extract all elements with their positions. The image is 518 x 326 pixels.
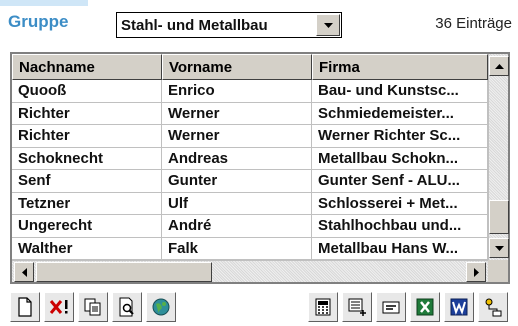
table-row[interactable]: Schoknecht Andreas Metallbau Schokn... <box>12 147 488 170</box>
table-row[interactable]: Ungerecht André Stahlhochbau und... <box>12 215 488 238</box>
excel-export-button[interactable] <box>410 292 440 322</box>
grid-body: Quooß Enrico Bau- und Kunstsc... Richter… <box>12 80 488 260</box>
globe-icon <box>152 298 170 316</box>
web-button[interactable] <box>146 292 176 322</box>
cell-nachname: Walther <box>12 237 162 260</box>
cell-nachname: Senf <box>12 170 162 193</box>
copy-icon <box>84 298 101 316</box>
table-row[interactable]: Richter Werner Schmiedemeister... <box>12 102 488 125</box>
add-record-button[interactable] <box>342 292 372 322</box>
cell-nachname: Richter <box>12 102 162 125</box>
cell-nachname: Richter <box>12 125 162 148</box>
bottom-toolbar <box>0 290 518 326</box>
cell-vorname: Werner <box>162 125 312 148</box>
group-dropdown-value: Stahl- und Metallbau <box>121 16 268 34</box>
delete-icon <box>49 300 68 314</box>
table-row[interactable]: Richter Werner Werner Richter Sc... <box>12 125 488 148</box>
calculator-icon <box>315 298 331 316</box>
cell-vorname: Werner <box>162 102 312 125</box>
add-record-icon <box>348 298 366 316</box>
accent-strip <box>0 0 88 6</box>
chevron-right-icon <box>473 267 479 277</box>
vertical-scrollbar[interactable] <box>488 54 509 260</box>
chevron-down-icon <box>494 245 504 251</box>
cell-firma: Metallbau Hans W... <box>312 237 488 260</box>
scroll-down-button[interactable] <box>489 238 509 258</box>
cell-vorname: Falk <box>162 237 312 260</box>
print-preview-button[interactable] <box>112 292 142 322</box>
chevron-down-icon <box>323 22 333 28</box>
group-label: Gruppe <box>8 12 69 31</box>
cell-vorname: Enrico <box>162 80 312 103</box>
card-icon <box>382 301 400 314</box>
chevron-up-icon <box>494 63 504 69</box>
calculator-button[interactable] <box>308 292 338 322</box>
table-row[interactable]: Quooß Enrico Bau- und Kunstsc... <box>12 80 488 103</box>
column-header-nachname[interactable]: Nachname <box>12 54 162 80</box>
scrollbar-corner <box>488 260 508 282</box>
cell-firma: Schlosserei + Met... <box>312 192 488 215</box>
grid-header: Nachname Vorname Firma <box>12 54 488 80</box>
cell-nachname: Schoknecht <box>12 147 162 170</box>
cell-vorname: Gunter <box>162 170 312 193</box>
org-chart-button[interactable] <box>478 292 508 322</box>
column-header-firma[interactable]: Firma <box>312 54 488 80</box>
word-icon <box>450 298 468 316</box>
horizontal-scrollbar[interactable] <box>12 260 488 282</box>
cell-vorname: Andreas <box>162 147 312 170</box>
org-chart-icon <box>485 298 502 317</box>
cell-firma: Schmiedemeister... <box>312 102 488 125</box>
new-document-icon <box>18 297 32 317</box>
horizontal-scroll-thumb[interactable] <box>36 262 212 282</box>
contacts-grid: Nachname Vorname Firma Quooß Enrico Bau-… <box>10 52 510 284</box>
cell-firma: Werner Richter Sc... <box>312 125 488 148</box>
table-row[interactable]: Walther Falk Metallbau Hans W... <box>12 237 488 260</box>
word-export-button[interactable] <box>444 292 474 322</box>
cell-nachname: Ungerecht <box>12 215 162 238</box>
group-dropdown[interactable]: Stahl- und Metallbau <box>116 12 342 38</box>
cell-nachname: Quooß <box>12 80 162 103</box>
dropdown-arrow-button[interactable] <box>316 14 340 36</box>
delete-button[interactable] <box>44 292 74 322</box>
vertical-scroll-thumb[interactable] <box>489 200 509 234</box>
chevron-left-icon <box>21 267 27 277</box>
copy-button[interactable] <box>78 292 108 322</box>
cell-nachname: Tetzner <box>12 192 162 215</box>
cell-firma: Metallbau Schokn... <box>312 147 488 170</box>
cell-vorname: André <box>162 215 312 238</box>
scroll-right-button[interactable] <box>466 262 486 282</box>
cell-firma: Gunter Senf - ALU... <box>312 170 488 193</box>
card-button[interactable] <box>376 292 406 322</box>
new-document-button[interactable] <box>10 292 40 322</box>
scroll-left-button[interactable] <box>14 262 34 282</box>
cell-vorname: Ulf <box>162 192 312 215</box>
preview-icon <box>119 297 134 317</box>
cell-firma: Bau- und Kunstsc... <box>312 80 488 103</box>
top-bar: Gruppe Stahl- und Metallbau 36 Einträge <box>0 0 518 50</box>
excel-icon <box>416 298 434 316</box>
column-header-vorname[interactable]: Vorname <box>162 54 312 80</box>
entry-count: 36 Einträge <box>435 15 512 32</box>
table-row[interactable]: Tetzner Ulf Schlosserei + Met... <box>12 192 488 215</box>
table-row[interactable]: Senf Gunter Gunter Senf - ALU... <box>12 170 488 193</box>
scroll-up-button[interactable] <box>489 56 509 76</box>
cell-firma: Stahlhochbau und... <box>312 215 488 238</box>
